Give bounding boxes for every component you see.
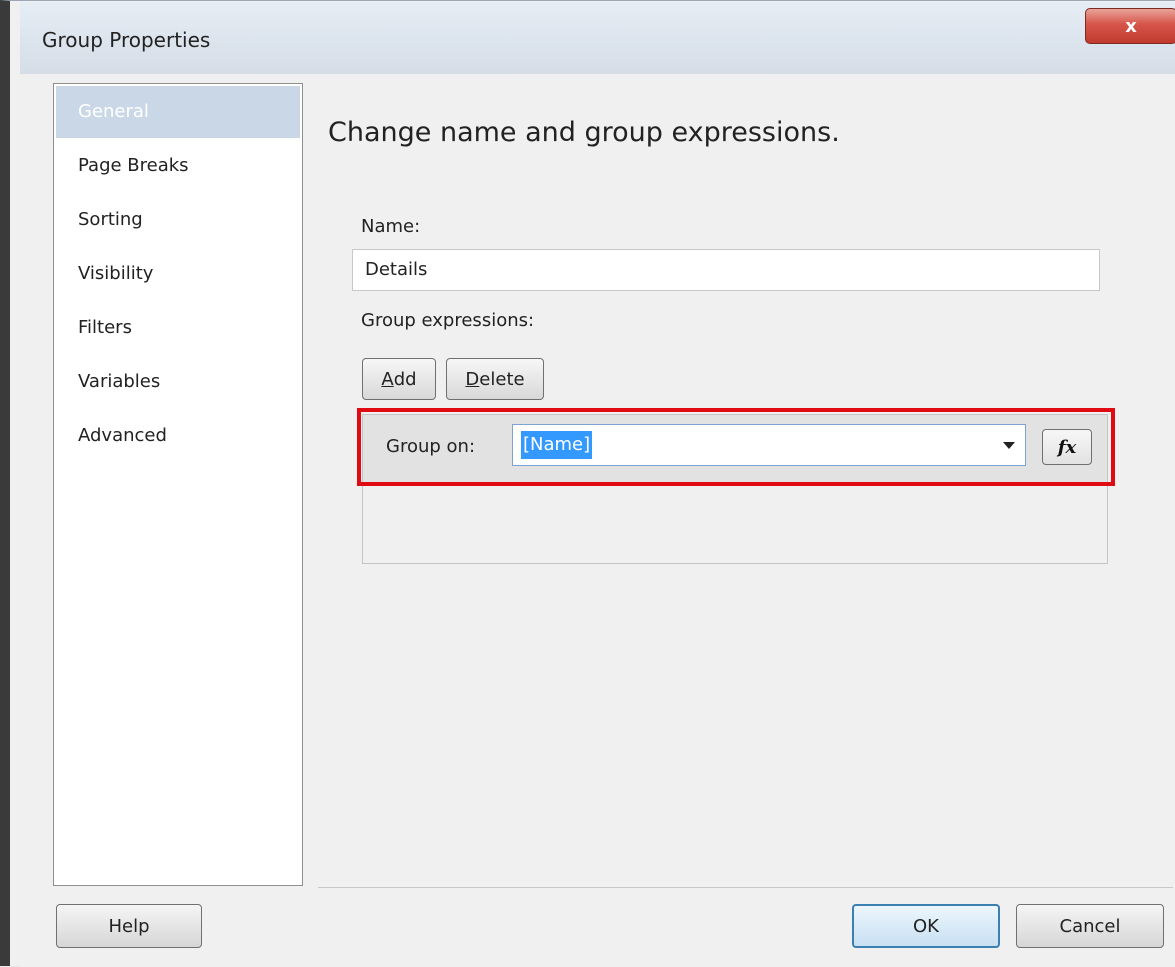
group-on-value: [Name]	[521, 431, 593, 459]
expression-button[interactable]: fx	[1042, 429, 1092, 465]
sidebar-item-general[interactable]: General	[56, 86, 300, 138]
help-button[interactable]: Help	[56, 904, 202, 948]
group-on-label: Group on:	[386, 436, 476, 457]
sidebar-nav: General Page Breaks Sorting Visibility F…	[53, 83, 303, 886]
sidebar-item-advanced[interactable]: Advanced	[56, 410, 300, 462]
sidebar-item-visibility[interactable]: Visibility	[56, 248, 300, 300]
dialog-window: Group Properties x General Page Breaks S…	[0, 0, 1175, 967]
name-input[interactable]: Details	[352, 249, 1100, 291]
sidebar-item-sorting[interactable]: Sorting	[56, 194, 300, 246]
add-button[interactable]: Add	[362, 358, 436, 400]
cancel-button[interactable]: Cancel	[1016, 904, 1164, 948]
sidebar-item-variables[interactable]: Variables	[56, 356, 300, 408]
delete-button[interactable]: Delete	[446, 358, 544, 400]
group-on-combobox[interactable]: [Name]	[512, 424, 1026, 466]
window-title: Group Properties	[42, 28, 211, 52]
chevron-down-icon[interactable]	[1003, 442, 1015, 449]
delete-button-label: elete	[479, 368, 525, 390]
page-heading: Change name and group expressions.	[328, 117, 840, 148]
dialog-client-area: General Page Breaks Sorting Visibility F…	[20, 74, 1175, 967]
title-bar[interactable]: Group Properties x	[20, 2, 1175, 74]
add-button-mnemonic: A	[381, 368, 394, 390]
add-button-label: dd	[393, 368, 417, 390]
group-expressions-label: Group expressions:	[361, 310, 535, 331]
close-button[interactable]: x	[1085, 8, 1175, 44]
sidebar-item-page-breaks[interactable]: Page Breaks	[56, 140, 300, 192]
name-label: Name:	[361, 216, 421, 237]
footer-separator	[318, 887, 1173, 888]
fx-icon: fx	[1057, 436, 1077, 458]
ok-button[interactable]: OK	[852, 904, 1000, 948]
sidebar-item-filters[interactable]: Filters	[56, 302, 300, 354]
close-icon: x	[1125, 15, 1137, 37]
delete-button-mnemonic: D	[465, 368, 480, 390]
